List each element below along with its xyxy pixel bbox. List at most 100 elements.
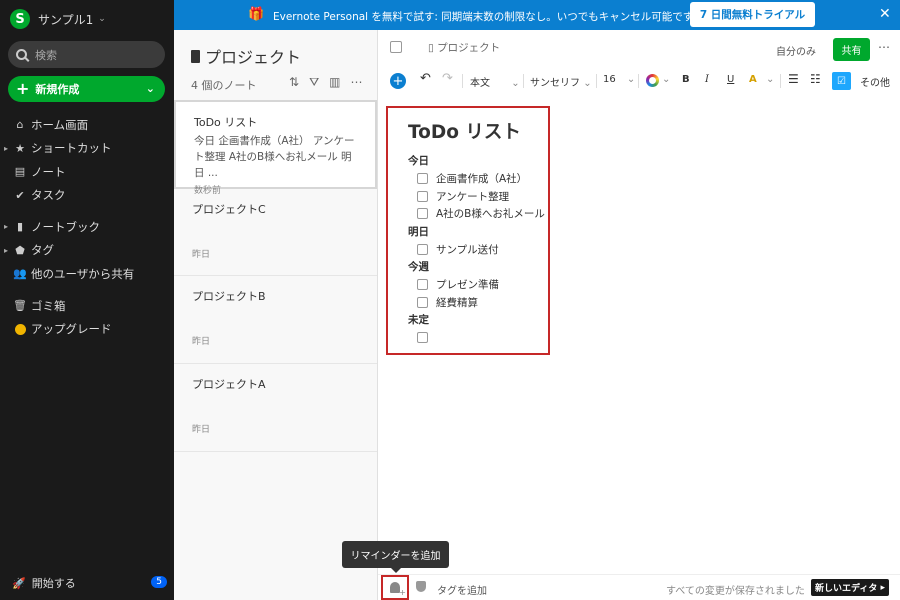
sidebar: S サンプル1 ⌄ 検索 + 新規作成 ⌄ ⌂ ホーム画面 ▸ ★ ショートカッ… <box>0 0 174 600</box>
sidebar-item-label: 他のユーザから共有 <box>31 266 135 281</box>
note-card-project-b[interactable]: プロジェクトB 昨日 <box>174 276 377 364</box>
sidebar-item-shortcuts[interactable]: ▸ ★ ショートカット <box>0 137 174 161</box>
note-card-title: ToDo リスト <box>194 116 258 129</box>
check-circle-icon: ✔ <box>15 188 25 202</box>
count-badge: 5 <box>151 576 167 588</box>
checkbox[interactable] <box>417 190 428 202</box>
underline-button[interactable]: U <box>727 74 734 85</box>
banner-text: Evernote Personal を無料で試す: 同期端末数の制限なし。いつで… <box>273 11 703 23</box>
bullet-list-icon[interactable]: ☰ <box>788 72 799 86</box>
caret-right-icon[interactable]: ▸ <box>4 222 8 231</box>
upgrade-icon <box>13 323 27 335</box>
checkbox[interactable] <box>417 279 428 291</box>
checklist-item[interactable]: A社のB様へお礼メール <box>408 205 548 223</box>
notebook-title: プロジェクト <box>191 44 301 68</box>
get-started-button[interactable]: 🚀 開始する 5 <box>12 575 167 591</box>
checklist-item[interactable]: 経費精算 <box>408 294 548 312</box>
home-icon: ⌂ <box>16 118 24 132</box>
checkbox[interactable] <box>417 296 428 308</box>
save-status: すべての変更が保存されました <box>666 586 805 597</box>
text-style-select[interactable]: 本文 ⌄ <box>470 74 520 89</box>
sidebar-item-tasks[interactable]: ✔ タスク <box>0 184 174 208</box>
nav-group-library: ▸ ▮ ノートブック ▸ ⬟ タグ 👥 他のユーザから共有 <box>0 215 174 286</box>
caret-right-icon[interactable]: ▸ <box>4 246 8 255</box>
account-switcher[interactable]: S サンプル1 ⌄ <box>10 9 106 29</box>
font-select[interactable]: サンセリフ ⌄ <box>530 74 592 89</box>
more-icon[interactable]: ⋯ <box>351 75 363 90</box>
notebook-icon <box>191 49 200 63</box>
editor-footer: タグを追加 すべての変更が保存されました 新しいエディタ ▸ <box>378 574 900 600</box>
note-card-title: プロジェクトB <box>192 290 266 303</box>
sidebar-item-label: ゴミ箱 <box>31 298 66 313</box>
editor-header: ▯ プロジェクト 自分のみ 共有 ⋯ <box>378 30 900 66</box>
checklist-item[interactable]: アンケート整理 <box>408 188 548 206</box>
close-icon[interactable]: ✕ <box>879 6 891 22</box>
section-heading: 今週 <box>408 261 429 273</box>
expand-icon[interactable] <box>390 41 402 53</box>
text-color-icon[interactable] <box>646 74 659 87</box>
note-card-project-c[interactable]: プロジェクトC 昨日 <box>174 189 377 276</box>
checklist-icon[interactable]: ☑ <box>832 72 851 90</box>
tag-icon: ⬟ <box>15 243 25 257</box>
more-formatting-button[interactable]: その他 <box>860 74 890 89</box>
plus-icon: + <box>16 79 30 98</box>
filter-icon[interactable]: ⛛ <box>309 75 319 90</box>
chevron-down-icon[interactable]: ⌄ <box>766 74 774 85</box>
free-trial-button[interactable]: 7 日間無料トライアル <box>690 2 815 27</box>
checkbox[interactable] <box>417 332 428 344</box>
sidebar-item-notes[interactable]: ▤ ノート <box>0 160 174 184</box>
sidebar-item-notebooks[interactable]: ▸ ▮ ノートブック <box>0 215 174 239</box>
note-card-project-a[interactable]: プロジェクトA 昨日 <box>174 364 377 452</box>
new-note-button[interactable]: + 新規作成 ⌄ <box>8 76 165 102</box>
numbered-list-icon[interactable]: ☷ <box>810 72 821 86</box>
sidebar-item-home[interactable]: ⌂ ホーム画面 <box>0 113 174 137</box>
rocket-icon: 🚀 <box>12 576 26 590</box>
italic-button[interactable]: I <box>705 74 709 85</box>
checkbox[interactable] <box>417 173 428 185</box>
note-title[interactable]: ToDo リスト <box>408 118 548 144</box>
nav-group-other: 🗑 ゴミ箱 アップグレード <box>0 294 174 341</box>
new-editor-button[interactable]: 新しいエディタ ▸ <box>811 579 889 596</box>
checkbox[interactable] <box>417 208 428 220</box>
chevron-down-icon[interactable]: ⌄ <box>146 82 155 95</box>
caret-right-icon[interactable]: ▸ <box>4 144 8 153</box>
redo-icon[interactable]: ↷ <box>442 71 453 86</box>
view-options-icon[interactable]: ▥ <box>329 75 340 90</box>
tag-icon[interactable] <box>416 581 426 592</box>
sharing-status[interactable]: 自分のみ <box>776 43 816 58</box>
notebook-title-text: プロジェクト <box>205 48 302 67</box>
checklist-item[interactable]: サンプル送付 <box>408 241 548 259</box>
add-reminder-button[interactable] <box>381 575 409 600</box>
note-card-todo[interactable]: ToDo リスト 今日 企画書作成（A社） アンケート整理 A社のB様へお礼メー… <box>174 100 377 196</box>
checkbox[interactable] <box>417 243 428 255</box>
checklist-item[interactable]: プレゼン準備 <box>408 276 548 294</box>
sidebar-item-tags[interactable]: ▸ ⬟ タグ <box>0 239 174 263</box>
tag-input[interactable]: タグを追加 <box>437 582 487 597</box>
checklist-item[interactable] <box>408 329 548 347</box>
nav-group-main: ⌂ ホーム画面 ▸ ★ ショートカット ▤ ノート ✔ タスク <box>0 113 174 207</box>
insert-plus-icon[interactable]: + <box>390 73 406 89</box>
sidebar-item-upgrade[interactable]: アップグレード <box>0 318 174 342</box>
note-list-panel: プロジェクト 4 個のノート ⇅ ⛛ ▥ ⋯ ToDo リスト 今日 企画書作成… <box>174 30 378 600</box>
share-button[interactable]: 共有 <box>833 38 870 61</box>
checklist-item[interactable]: 企画書作成（A社） <box>408 170 548 188</box>
undo-icon[interactable]: ↶ <box>420 71 431 86</box>
search-input[interactable]: 検索 <box>8 41 165 68</box>
note-card-time: 昨日 <box>192 337 211 347</box>
chevron-down-icon: ⌄ <box>98 14 106 24</box>
chevron-down-icon[interactable]: ⌄ <box>662 74 670 85</box>
font-size-select[interactable]: 16 ⌄ <box>603 74 635 85</box>
more-icon[interactable]: ⋯ <box>878 40 890 54</box>
format-toolbar: + ↶ ↷ 本文 ⌄ サンセリフ ⌄ 16 ⌄ ⌄ B I U A ⌄ ☰ ☷ … <box>378 68 900 96</box>
sidebar-item-shared[interactable]: 👥 他のユーザから共有 <box>0 262 174 286</box>
breadcrumb[interactable]: ▯ プロジェクト <box>428 40 500 55</box>
sort-icon[interactable]: ⇅ <box>289 75 299 90</box>
people-icon: 👥 <box>13 267 27 281</box>
bold-button[interactable]: B <box>682 74 690 85</box>
new-note-label: 新規作成 <box>35 83 80 96</box>
bell-icon <box>390 582 406 597</box>
search-placeholder: 検索 <box>35 48 57 62</box>
highlight-button[interactable]: A <box>749 74 757 85</box>
reminder-tooltip: リマインダーを追加 <box>342 541 449 573</box>
sidebar-item-trash[interactable]: 🗑 ゴミ箱 <box>0 294 174 318</box>
